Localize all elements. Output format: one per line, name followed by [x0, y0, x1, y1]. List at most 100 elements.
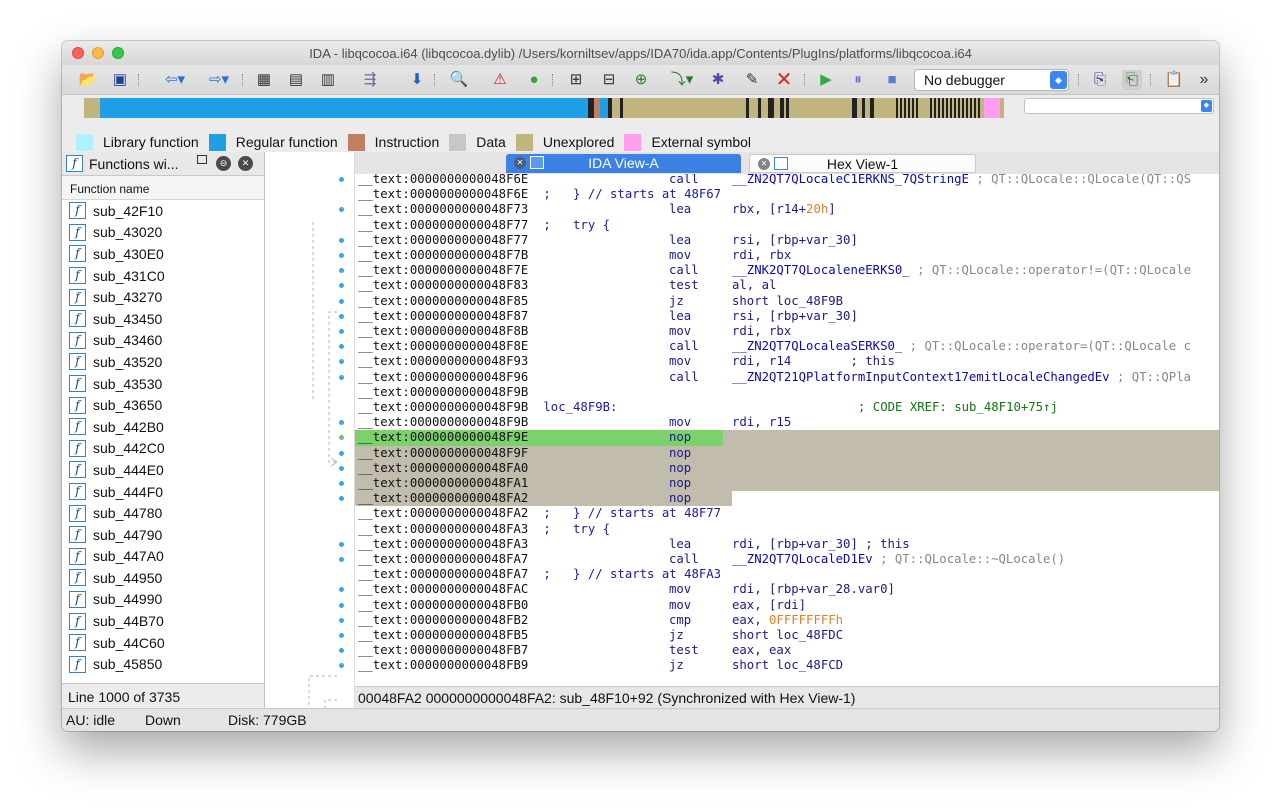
disasm-line[interactable]: __text:0000000000048F93 mov rdi, r14 ; thi… [355, 354, 1219, 369]
disasm-line[interactable]: __text:0000000000048FA2 nop [355, 491, 732, 507]
tab-ida-view-a[interactable]: ✕ IDA View-A [506, 154, 741, 173]
text-icon[interactable]: ▥ [318, 70, 338, 90]
breakpoint-dot[interactable] [339, 465, 344, 471]
open-icon[interactable]: 📂 [78, 70, 98, 90]
breakpoint-dot[interactable] [339, 253, 344, 258]
disasm-line[interactable]: __text:0000000000048F7B mov rdi, rbx [355, 248, 1219, 263]
pause-icon[interactable]: ⏸ [848, 70, 868, 90]
disasm-line[interactable]: __text:0000000000048F83 test al, al [355, 278, 1219, 293]
debugger-select[interactable]: No debugger ◆ [914, 69, 1069, 91]
disasm-line[interactable]: __text:0000000000048FB5 jz short loc_48FDC [355, 628, 1219, 643]
edit-icon[interactable]: ✎ [742, 70, 762, 90]
function-list-item[interactable]: f sub_444F0 [62, 481, 264, 503]
function-list-item[interactable]: f sub_44990 [62, 589, 264, 611]
disasm-line[interactable]: __text:0000000000048F7E call __ZNK2QT7QLoc… [355, 263, 1219, 278]
function-name-column[interactable]: Function name [62, 176, 264, 200]
save-icon[interactable]: ▣ [110, 70, 130, 90]
disasm-line[interactable]: __text:0000000000048F6E ; } // starts at… [355, 187, 1219, 202]
down-arrow-icon[interactable]: ⬇ [407, 70, 427, 90]
disasm-line[interactable]: __text:0000000000048FA3 ; try { [355, 522, 1219, 537]
function-list-item[interactable]: f sub_431C0 [62, 265, 264, 287]
function-list-item[interactable]: f sub_43460 [62, 330, 264, 352]
delete-icon[interactable]: ✕ [774, 70, 794, 90]
disasm-line[interactable]: __text:0000000000048FAC mov rdi, [rbp+var_… [355, 582, 1219, 597]
disasm-line[interactable]: __text:0000000000048F6E call __ZN2QT7QLoca… [355, 174, 1219, 187]
function-list-item[interactable]: f sub_43270 [62, 286, 264, 308]
stop-debug-icon[interactable]: ■ [882, 70, 902, 90]
function-list-item[interactable]: f sub_44780 [62, 502, 264, 524]
disasm-line[interactable]: __text:0000000000048FB0 mov eax, [rdi] [355, 598, 1219, 613]
navigator-select[interactable]: ◆ [1024, 98, 1214, 114]
disasm-line[interactable]: __text:0000000000048FA0 nop [355, 460, 1219, 476]
more-icon[interactable]: » [1194, 70, 1214, 90]
navigator-strip[interactable] [84, 98, 1004, 118]
breakpoint-dot[interactable] [339, 313, 344, 319]
function-list-item[interactable]: f sub_44B70 [62, 610, 264, 632]
disassembly-listing[interactable]: __text:0000000000048F6E call __ZN2QT7QLoca… [355, 174, 1219, 686]
data-icon[interactable]: ▤ [286, 70, 306, 90]
search-icon[interactable]: 🔍 [449, 70, 469, 90]
mark-data-icon[interactable]: ⊟ [599, 70, 619, 90]
function-list-item[interactable]: f sub_42F10 [62, 200, 264, 222]
disasm-line[interactable]: __text:0000000000048F85 jz short loc_48F9B [355, 294, 1219, 309]
tab-hex-view-1[interactable]: ✕ Hex View-1 [749, 154, 976, 173]
function-list-item[interactable]: f sub_43520 [62, 351, 264, 373]
close-panel-icon[interactable]: ✕ [238, 156, 253, 171]
disasm-line[interactable]: __text:0000000000048F9B [355, 385, 1219, 400]
function-list-item[interactable]: f sub_43020 [62, 222, 264, 244]
back-icon[interactable]: ⇦▾ [160, 70, 190, 90]
function-list-item[interactable]: f sub_43450 [62, 308, 264, 330]
breakpoint-dot[interactable] [339, 481, 344, 486]
stop-icon[interactable]: ⚠ [490, 70, 510, 90]
disasm-line[interactable]: __text:0000000000048F73 lea rbx, [r14+20h] [355, 202, 1219, 217]
breakpoint-dot[interactable] [339, 329, 344, 334]
dbg-b-icon[interactable]: ⎗ [1122, 70, 1142, 90]
function-list-item[interactable]: f sub_442C0 [62, 438, 264, 460]
function-list-item[interactable]: f sub_44950 [62, 567, 264, 589]
forward-icon[interactable]: ⇨▾ [204, 70, 234, 90]
struct-icon[interactable]: ⊕ [631, 70, 651, 90]
disasm-line[interactable]: __text:0000000000048FA3 lea rdi, [rbp+var_… [355, 537, 1219, 552]
disasm-line[interactable]: __text:0000000000048FA7 call __ZN2QT7QLoca… [355, 552, 1219, 567]
disasm-line[interactable]: __text:0000000000048F96 call __ZN2QT21QPla… [355, 370, 1219, 385]
breakpoint-dot[interactable] [339, 633, 344, 638]
note-icon[interactable]: 📋 [1164, 70, 1184, 90]
disasm-line[interactable]: __text:0000000000048F77 ; try { [355, 218, 1219, 233]
run-green-icon[interactable]: ● [524, 70, 544, 90]
ref-icon[interactable]: ⤵▾ [668, 70, 696, 90]
disasm-line[interactable]: __text:0000000000048FB9 jz short loc_48FCD [355, 658, 1219, 673]
disasm-line[interactable]: __text:0000000000048F9B mov rdi, r15 [355, 415, 1219, 430]
breakpoint-dot[interactable] [339, 374, 344, 380]
breakpoint-dot[interactable] [339, 617, 344, 623]
function-list-item[interactable]: f sub_43530 [62, 373, 264, 395]
disasm-line[interactable]: __text:0000000000048F77 lea rsi, [rbp+var_… [355, 233, 1219, 248]
disasm-line[interactable]: __text:0000000000048F9E nop [355, 430, 1219, 446]
breakpoint-dot[interactable] [339, 450, 344, 456]
function-list-item[interactable]: f sub_430E0 [62, 243, 264, 265]
disasm-line[interactable]: __text:0000000000048F87 lea rsi, [rbp+var_… [355, 309, 1219, 324]
dbg-a-icon[interactable]: ⎘ [1090, 70, 1110, 90]
disasm-line[interactable]: __text:0000000000048FA7 ; } // starts at… [355, 567, 1219, 582]
disasm-line[interactable]: __text:0000000000048FB7 test eax, eax [355, 643, 1219, 658]
jump-icon[interactable]: ⇶ [360, 70, 380, 90]
disasm-line[interactable]: __text:0000000000048FB2 cmp eax, 0FFFFFFFF… [355, 613, 1219, 628]
function-list-item[interactable]: f sub_45850 [62, 653, 264, 675]
code-icon[interactable]: ▦ [254, 70, 274, 90]
disasm-line[interactable]: __text:0000000000048F8E call __ZN2QT7QLoca… [355, 339, 1219, 354]
disasm-line[interactable]: __text:0000000000048FA1 nop [355, 476, 1219, 492]
disasm-line[interactable]: __text:0000000000048F9B loc_48F9B: ; CODE… [355, 400, 1219, 415]
mark-code-icon[interactable]: ⊞ [566, 70, 586, 90]
disasm-line[interactable]: __text:0000000000048F8B mov rdi, rbx [355, 324, 1219, 339]
breakpoint-dot[interactable] [339, 177, 344, 182]
breakpoint-dot[interactable] [339, 298, 344, 304]
disasm-line[interactable]: __text:0000000000048FA2 ; } // starts at… [355, 506, 1219, 521]
play-icon[interactable]: ▶ [816, 70, 836, 90]
breakpoint-dot[interactable] [339, 237, 344, 243]
function-list-item[interactable]: f sub_444E0 [62, 459, 264, 481]
breakpoint-dot[interactable] [339, 541, 344, 547]
breakpoint-dot[interactable] [339, 557, 344, 562]
function-list-item[interactable]: f sub_447A0 [62, 546, 264, 568]
breakpoint-dot[interactable] [339, 602, 344, 608]
star-icon[interactable]: ✱ [708, 70, 728, 90]
restore-icon[interactable] [197, 155, 207, 164]
